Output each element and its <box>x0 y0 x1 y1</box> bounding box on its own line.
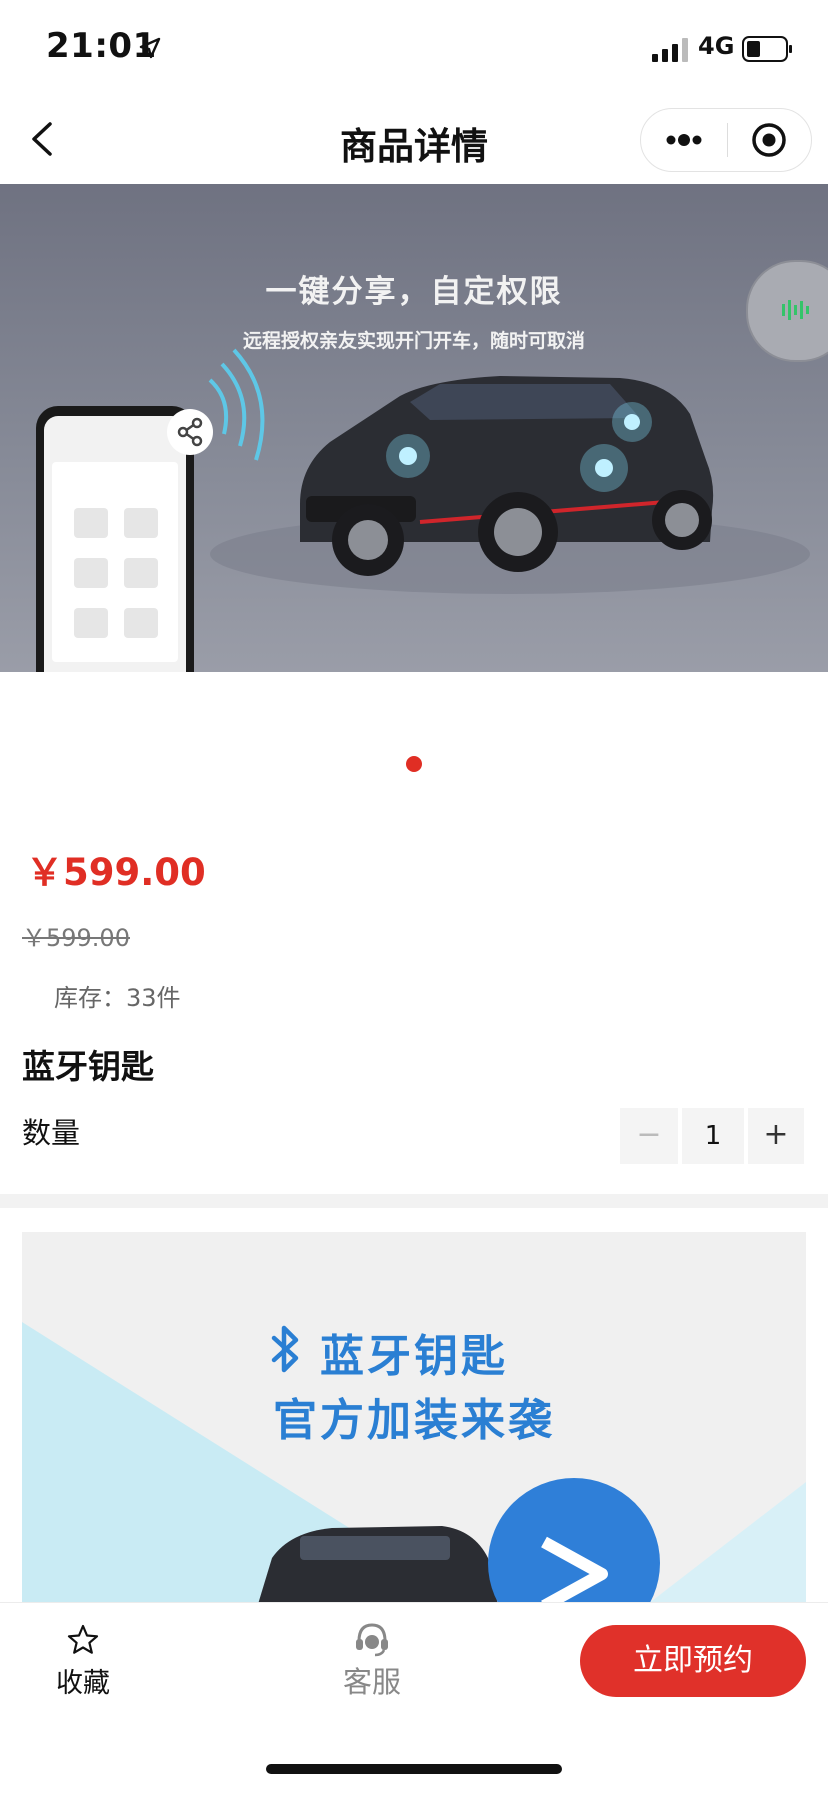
nav-bar: 商品详情 <box>0 96 828 184</box>
stock-count: 库存：33件 <box>54 984 181 1012</box>
sound-wave-icon <box>782 300 809 320</box>
play-icon <box>541 1536 608 1612</box>
favorite-label: 收藏 <box>56 1668 110 1699</box>
network-type: 4G <box>698 32 735 60</box>
customer-service-button[interactable]: 客服 <box>334 1621 410 1703</box>
favorite-button[interactable]: 收藏 <box>40 1623 126 1703</box>
detail-title-line2: 官方加装来袭 <box>273 1395 555 1446</box>
target-close-icon[interactable] <box>728 109 812 171</box>
banner-headline: 一键分享，自定权限 <box>265 274 563 310</box>
home-indicator <box>266 1764 562 1774</box>
status-bar: 21:01 4G <box>0 0 828 96</box>
star-icon <box>67 1624 99 1654</box>
location-arrow-icon <box>139 37 161 59</box>
detail-title-line1: 蓝牙钥匙 <box>320 1331 508 1382</box>
product-banner[interactable]: 一键分享，自定权限 远程授权亲友实现开门开车，随时可取消 <box>0 184 828 672</box>
quantity-increment-button[interactable]: + <box>748 1108 804 1164</box>
carousel-indicator <box>0 756 828 774</box>
quantity-label: 数量 <box>22 1116 81 1150</box>
product-name: 蓝牙钥匙 <box>22 1047 154 1086</box>
section-divider <box>0 1194 828 1208</box>
customer-service-label: 客服 <box>342 1665 401 1699</box>
banner-illustration <box>36 348 810 672</box>
product-detail-image: 蓝牙钥匙 官方加装来袭 <box>22 1232 806 1624</box>
battery-icon <box>742 36 792 62</box>
signal-icon <box>652 38 688 62</box>
mini-program-capsule <box>640 108 812 172</box>
quantity-value[interactable]: 1 <box>682 1108 744 1164</box>
share-icon[interactable] <box>166 408 214 456</box>
more-dots-icon[interactable] <box>641 109 727 171</box>
carousel-dot-active[interactable] <box>406 756 422 772</box>
original-price: ￥599.00 <box>22 924 130 952</box>
banner-subline: 远程授权亲友实现开门开车，随时可取消 <box>242 330 585 352</box>
quantity-stepper: − 1 + <box>620 1108 804 1164</box>
quantity-decrement-button[interactable]: − <box>620 1108 678 1164</box>
book-now-button[interactable]: 立即预约 <box>580 1625 806 1697</box>
headset-icon <box>356 1623 388 1657</box>
product-price: ￥599.00 <box>26 851 206 894</box>
